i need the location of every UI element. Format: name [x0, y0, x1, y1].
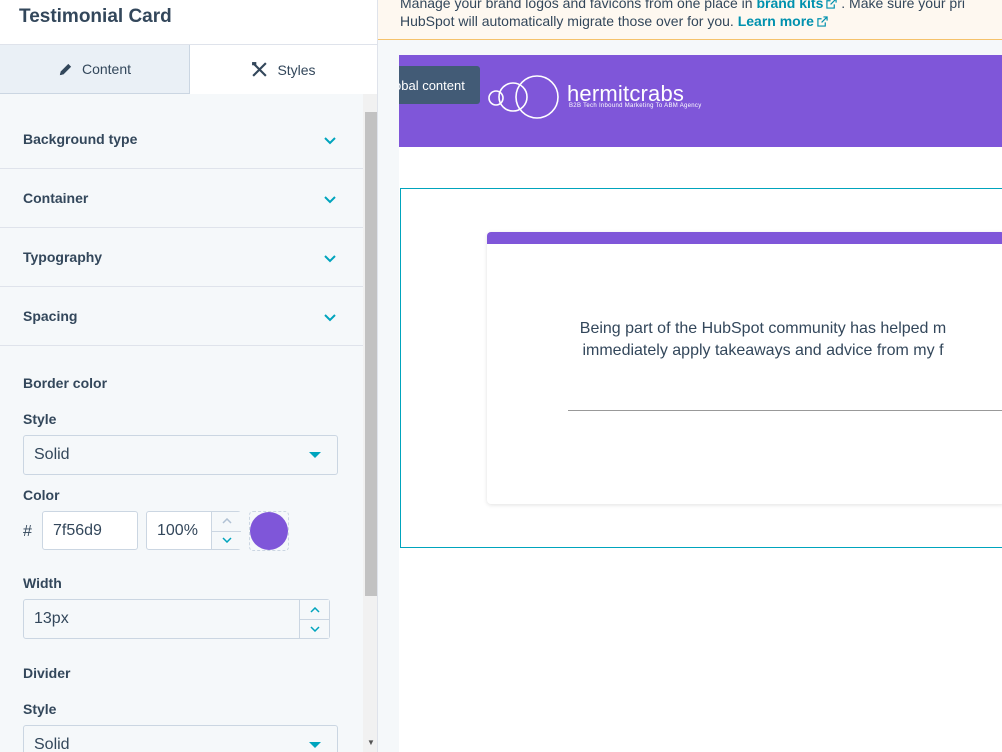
stepper-up-icon[interactable]	[300, 600, 329, 619]
stepper-down-icon[interactable]	[300, 619, 329, 638]
divider-heading: Divider	[23, 665, 71, 681]
opacity-value: 100%	[157, 522, 198, 539]
external-link-icon	[817, 14, 828, 30]
pencil-icon	[58, 62, 73, 77]
hex-prefix: #	[23, 523, 32, 540]
section-container[interactable]: Container	[0, 169, 363, 228]
module-editor-panel: Testimonial Card Content Styles Backgrou…	[0, 0, 378, 752]
tab-content-label: Content	[81, 61, 132, 77]
chevron-down-icon	[324, 191, 336, 209]
border-style-value: Solid	[34, 446, 70, 463]
section-background-type[interactable]: Background type	[0, 110, 363, 169]
testimonial-card[interactable]: Being part of the HubSpot community has …	[487, 232, 1002, 504]
divider-style-select[interactable]: Solid	[23, 725, 338, 752]
styles-brush-icon	[251, 61, 268, 78]
notice-line-1: Manage your brand logos and favicons fro…	[400, 0, 965, 12]
stepper-down-icon[interactable]	[212, 530, 241, 550]
scroll-down-arrow-icon[interactable]: ▼	[366, 738, 376, 748]
tab-styles-label: Styles	[277, 61, 316, 78]
testimonial-quote-line-1: Being part of the HubSpot community has …	[579, 320, 947, 337]
logo-tagline: B2B Tech Inbound Marketing To ABM Agency	[569, 103, 702, 109]
panel-title: Testimonial Card	[19, 6, 172, 27]
section-label: Typography	[23, 249, 103, 265]
section-spacing[interactable]: Spacing	[0, 287, 363, 346]
notice-text: . Make sure your pri	[841, 0, 965, 11]
color-hex-input[interactable]: 7f56d9	[42, 511, 138, 550]
notice-text: HubSpot will automatically migrate those…	[400, 13, 738, 29]
width-stepper[interactable]	[299, 600, 329, 638]
stepper-up-icon[interactable]	[212, 512, 241, 531]
external-link-icon	[826, 0, 838, 12]
global-content-tooltip: Global content	[399, 66, 480, 104]
divider-style-value: Solid	[34, 736, 70, 752]
border-style-label: Style	[23, 411, 57, 427]
card-divider	[568, 410, 1002, 411]
chevron-down-icon	[324, 132, 336, 150]
learn-more-link[interactable]: Learn more	[738, 13, 814, 29]
color-hex-value: 7f56d9	[53, 522, 102, 539]
opacity-stepper[interactable]	[211, 512, 241, 549]
chevron-down-icon	[324, 309, 336, 327]
tab-styles[interactable]: Styles	[190, 45, 377, 94]
section-typography[interactable]: Typography	[0, 228, 363, 287]
opacity-input[interactable]: 100%	[146, 511, 241, 550]
section-label: Background type	[23, 131, 138, 147]
border-style-select[interactable]: Solid	[23, 435, 338, 475]
color-swatch-dot	[250, 512, 288, 550]
testimonial-quote-line-2: immediately apply takeaways and advice f…	[582, 342, 944, 359]
border-color-label: Color	[23, 487, 60, 503]
border-width-input[interactable]: 13px	[23, 599, 330, 639]
brand-kits-link[interactable]: brand kits	[756, 0, 823, 11]
border-width-label: Width	[23, 575, 62, 591]
chevron-down-icon	[324, 250, 336, 268]
border-color-heading: Border color	[23, 375, 108, 391]
section-label: Container	[23, 190, 89, 206]
notice-text: Manage your brand logos and favicons fro…	[400, 0, 757, 11]
editor-tabs: Content Styles	[0, 45, 377, 94]
section-label: Spacing	[23, 308, 78, 324]
brand-kit-notice: Manage your brand logos and favicons fro…	[378, 0, 1002, 40]
dropdown-caret-icon	[309, 742, 321, 748]
notice-line-2: HubSpot will automatically migrate those…	[400, 13, 828, 30]
divider-style-label: Style	[23, 701, 57, 717]
global-content-label: Global content	[399, 77, 465, 93]
tab-content[interactable]: Content	[0, 45, 190, 94]
card-top-border	[487, 232, 1002, 244]
hermitcrabs-logo-icon	[488, 74, 562, 125]
dropdown-caret-icon	[309, 452, 321, 458]
panel-header: Testimonial Card	[0, 0, 377, 45]
color-swatch[interactable]	[249, 511, 289, 551]
border-width-value: 13px	[34, 610, 69, 627]
panel-scrollbar-thumb[interactable]	[365, 112, 377, 596]
